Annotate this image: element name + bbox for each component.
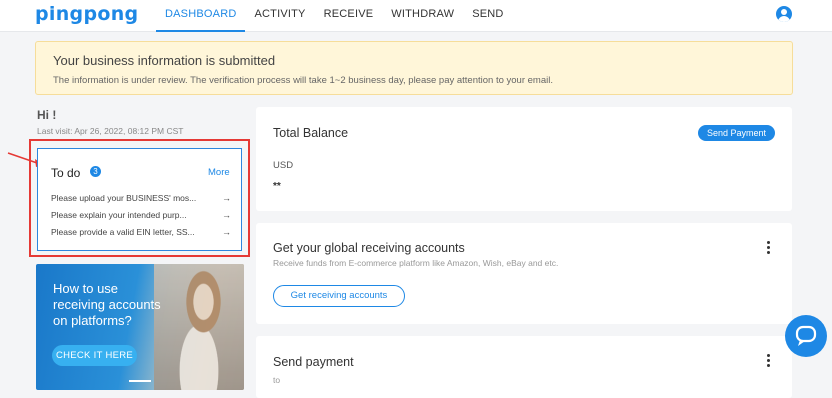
chat-bubble-icon <box>795 325 817 346</box>
todo-count-badge: 3 <box>90 166 101 177</box>
balance-title: Total Balance <box>273 126 349 140</box>
total-balance-card: Total Balance Send Payment USD ** <box>256 107 792 211</box>
main-nav: DASHBOARD ACTIVITY RECEIVE WITHDRAW SEND <box>156 0 513 32</box>
arrow-right-icon: → <box>222 210 231 220</box>
user-icon[interactable] <box>776 6 792 22</box>
last-visit: Last visit: Apr 26, 2022, 08:12 PM CST <box>37 126 184 136</box>
top-navbar: pingpong DASHBOARD ACTIVITY RECEIVE WITH… <box>0 0 832 32</box>
get-receiving-accounts-button[interactable]: Get receiving accounts <box>273 285 405 307</box>
todo-card: To do 3 More Please upload your BUSINESS… <box>37 148 242 251</box>
carousel-indicator[interactable] <box>129 380 151 382</box>
receiving-subtitle: Receive funds from E-commerce platform l… <box>273 258 559 268</box>
todo-item[interactable]: Please upload your BUSINESS' mos... → <box>51 192 231 209</box>
balance-currency: USD <box>273 160 294 171</box>
todo-title: To do <box>51 166 81 180</box>
greeting: Hi ! <box>37 108 57 122</box>
send-subtitle: to <box>273 375 281 385</box>
todo-list: Please upload your BUSINESS' mos... → Pl… <box>51 192 231 243</box>
banner-photo <box>154 264 244 390</box>
check-it-here-button[interactable]: CHECK IT HERE <box>52 345 137 366</box>
send-payment-button[interactable]: Send Payment <box>698 125 775 141</box>
todo-item[interactable]: Please provide a valid EIN letter, SS...… <box>51 226 231 243</box>
notice-title: Your business information is submitted <box>53 53 276 68</box>
review-notice: Your business information is submitted T… <box>35 41 793 95</box>
avatar-body <box>778 16 790 22</box>
todo-item-label: Please upload your BUSINESS' mos... <box>51 193 197 203</box>
todo-item-label: Please explain your intended purp... <box>51 210 187 220</box>
send-title: Send payment <box>273 355 354 369</box>
receiving-accounts-card: Get your global receiving accounts Recei… <box>256 223 792 324</box>
avatar-head <box>781 9 787 15</box>
notice-text: The information is under review. The ver… <box>53 75 553 86</box>
more-options-icon[interactable] <box>765 354 771 368</box>
todo-item[interactable]: Please explain your intended purp... → <box>51 209 231 226</box>
pingpong-logo[interactable]: pingpong <box>35 3 138 25</box>
nav-dashboard[interactable]: DASHBOARD <box>156 0 246 32</box>
arrow-right-icon: → <box>222 227 231 237</box>
receiving-accounts-banner[interactable]: How to use receiving accounts on platfor… <box>36 264 244 390</box>
send-payment-card: Send payment to <box>256 336 792 398</box>
arrow-right-icon: → <box>222 193 231 203</box>
receiving-title: Get your global receiving accounts <box>273 241 465 255</box>
more-options-icon[interactable] <box>765 241 771 255</box>
todo-item-label: Please provide a valid EIN letter, SS... <box>51 227 195 237</box>
nav-withdraw[interactable]: WITHDRAW <box>382 0 463 32</box>
banner-headline: How to use receiving accounts on platfor… <box>53 281 161 328</box>
chat-support-button[interactable] <box>785 315 827 357</box>
nav-activity[interactable]: ACTIVITY <box>245 0 314 32</box>
nav-send[interactable]: SEND <box>463 0 512 32</box>
balance-amount: ** <box>273 181 281 192</box>
nav-receive[interactable]: RECEIVE <box>315 0 383 32</box>
todo-more-link[interactable]: More <box>208 167 230 178</box>
